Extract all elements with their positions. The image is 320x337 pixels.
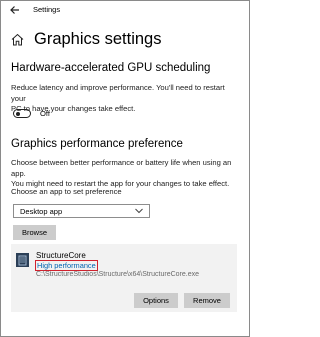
app-name: StructureCore bbox=[36, 251, 86, 260]
back-arrow-icon[interactable] bbox=[10, 5, 20, 15]
app-path: C:\StructureStudios\Structure\x64\Struct… bbox=[36, 271, 200, 278]
chevron-down-icon bbox=[135, 208, 143, 214]
performance-preference-heading: Graphics performance preference bbox=[11, 138, 183, 150]
page-header: Graphics settings bbox=[11, 28, 161, 50]
title-bar: Settings bbox=[1, 1, 249, 19]
options-button[interactable]: Options bbox=[134, 293, 178, 308]
browse-button[interactable]: Browse bbox=[13, 225, 56, 240]
gpu-scheduling-toggle[interactable] bbox=[13, 109, 31, 118]
page-title: Graphics settings bbox=[34, 29, 162, 48]
home-icon bbox=[11, 33, 24, 45]
app-type-selected: Desktop app bbox=[20, 207, 63, 216]
toggle-knob bbox=[16, 111, 20, 116]
app-icon bbox=[16, 253, 29, 267]
remove-button[interactable]: Remove bbox=[184, 293, 230, 308]
window-title: Settings bbox=[33, 5, 61, 14]
settings-window: Settings Graphics settings Hardware-acce… bbox=[0, 0, 250, 337]
preference-desc-line1: Choose between better performance or bat… bbox=[11, 158, 232, 178]
toggle-state-label: Off bbox=[40, 109, 50, 118]
performance-preference-description: Choose between better performance or bat… bbox=[11, 158, 237, 190]
app-type-dropdown[interactable]: Desktop app bbox=[13, 204, 150, 218]
app-list-item[interactable]: StructureCore High performance C:\Struct… bbox=[11, 244, 237, 312]
gpu-scheduling-desc-line1: Reduce latency and improve performance. … bbox=[11, 83, 225, 103]
choose-app-label: Choose an app to set preference bbox=[11, 187, 122, 196]
app-preference-status: High performance bbox=[35, 260, 98, 271]
gpu-scheduling-heading: Hardware-accelerated GPU scheduling bbox=[11, 62, 211, 74]
